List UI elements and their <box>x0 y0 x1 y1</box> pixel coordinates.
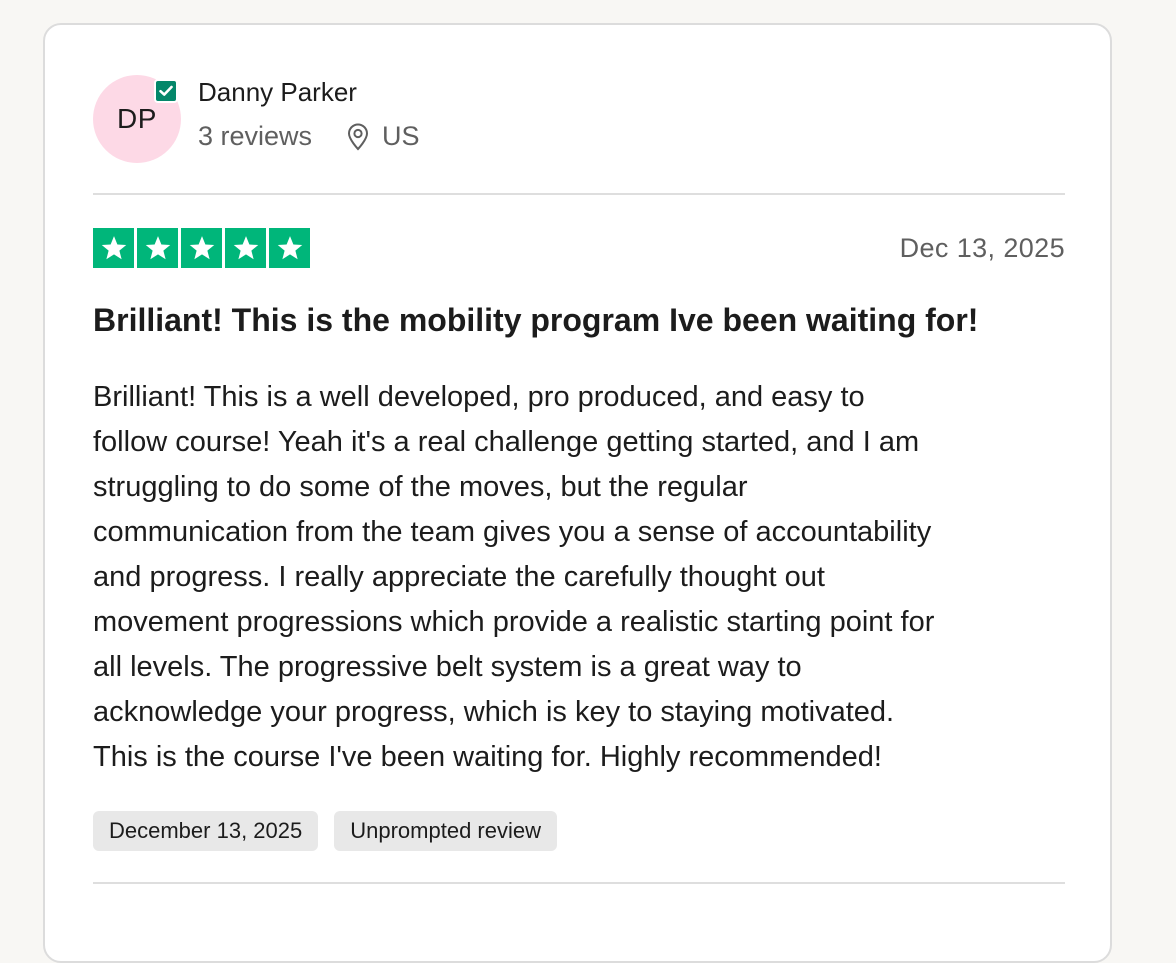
star-icon <box>181 228 222 268</box>
review-body-line: all levels. The progressive belt system … <box>93 651 802 683</box>
reviewer-location: US <box>346 121 420 152</box>
review-body-line: movement progressions which provide a re… <box>93 606 935 638</box>
star-rating <box>93 228 310 268</box>
review-card: DP Danny Parker 3 reviews US Dec 13, 202… <box>43 23 1112 963</box>
location-pin-icon <box>348 123 369 150</box>
rating-row: Dec 13, 2025 <box>93 228 1065 270</box>
avatar-initials: DP <box>117 103 157 134</box>
review-title[interactable]: Brilliant! This is the mobility program … <box>93 302 1073 339</box>
review-body-line: Brilliant! This is a well developed, pro… <box>93 381 865 413</box>
reviewer-country: US <box>382 121 420 151</box>
reviewer-meta: 3 reviews US <box>198 121 420 152</box>
unprompted-review-tag[interactable]: Unprompted review <box>334 811 557 851</box>
review-body-line: follow course! Yeah it's a real challeng… <box>93 426 920 458</box>
review-date: Dec 13, 2025 <box>899 233 1065 263</box>
reviewer-header: DP Danny Parker 3 reviews US <box>93 73 1053 165</box>
review-body-line: This is the course I've been waiting for… <box>93 741 882 773</box>
star-icon <box>137 228 178 268</box>
reviews-count: 3 reviews <box>198 121 313 151</box>
date-of-experience-tag[interactable]: December 13, 2025 <box>93 811 319 851</box>
verified-check-icon <box>154 79 178 103</box>
review-body-line: struggling to do some of the moves, but … <box>93 471 748 503</box>
header-divider <box>93 193 1065 195</box>
star-icon <box>269 228 310 268</box>
star-icon <box>225 228 266 268</box>
review-body-line: acknowledge your progress, which is key … <box>93 696 895 728</box>
footer-divider <box>93 882 1065 884</box>
review-tags: December 13, 2025 Unprompted review <box>93 811 557 851</box>
reviewer-name[interactable]: Danny Parker <box>198 77 357 108</box>
review-body-line: communication from the team gives you a … <box>93 516 932 548</box>
review-body-line: and progress. I really appreciate the ca… <box>93 561 825 593</box>
review-body: Brilliant! This is a well developed, pro… <box>93 375 1073 780</box>
star-icon <box>93 228 134 268</box>
